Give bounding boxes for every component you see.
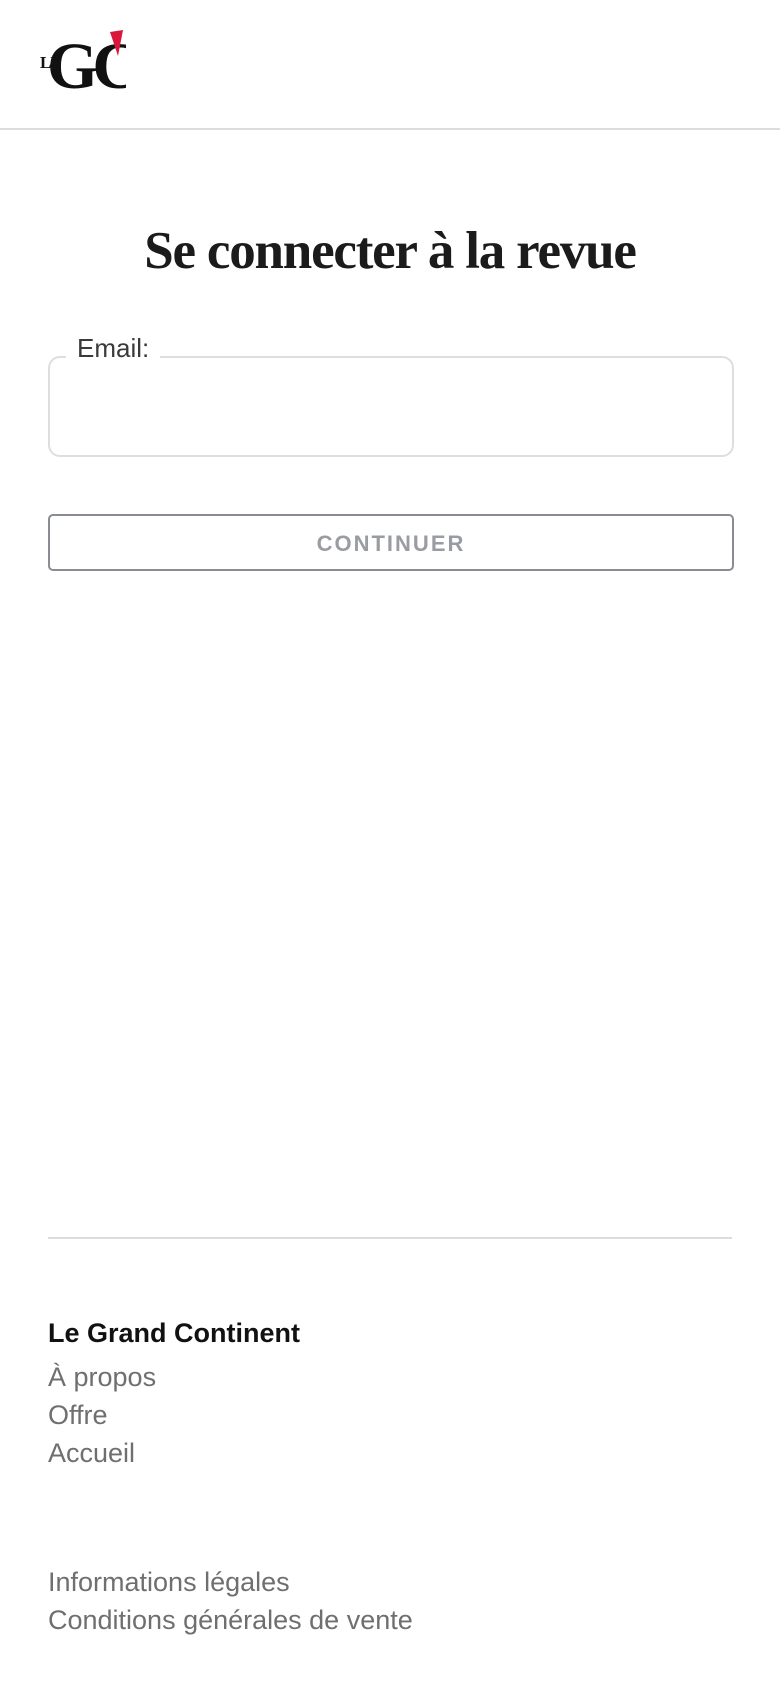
site-logo[interactable]: LE GC [40,30,126,92]
footer-link-conditions-generales[interactable]: Conditions générales de vente [48,1603,413,1637]
footer-link-offre[interactable]: Offre [48,1398,108,1432]
email-input[interactable] [50,358,732,455]
continue-button[interactable]: CONTINUER [48,514,734,571]
footer-link-informations-legales[interactable]: Informations légales [48,1565,290,1599]
page-title: Se connecter à la revue [144,222,637,280]
footer-link-a-propos[interactable]: À propos [48,1360,156,1394]
email-label: Email: [66,332,161,364]
footer-brand-heading: Le Grand Continent [48,1318,300,1348]
logo-mark: LE GC [40,30,126,92]
site-header: LE GC [0,0,780,130]
email-field[interactable] [48,356,734,457]
footer-divider [48,1237,732,1239]
footer-link-accueil[interactable]: Accueil [48,1436,135,1470]
